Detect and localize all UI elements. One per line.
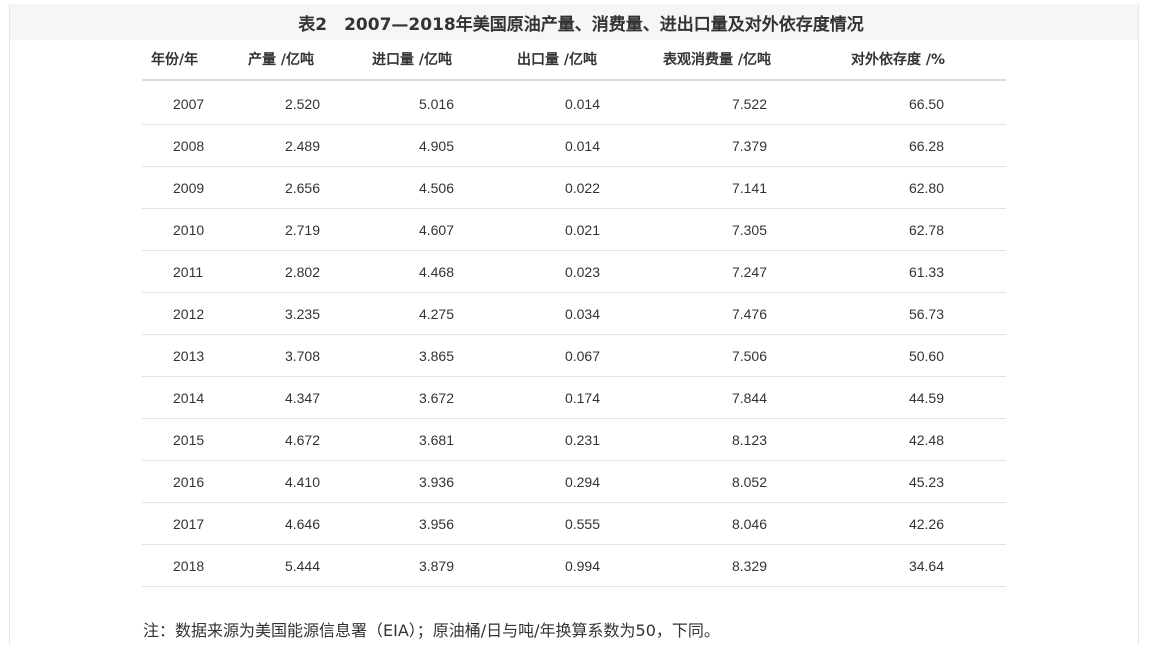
cell-exports: 0.034 [564, 306, 600, 322]
cell-exports: 0.174 [564, 390, 600, 406]
table-row: 2009 2.656 4.506 0.022 7.141 62.80 [142, 167, 1006, 209]
cell-consumption: 7.141 [731, 180, 767, 196]
cell-exports: 0.023 [564, 264, 600, 280]
header-exports: 出口量 /亿吨 [517, 52, 597, 68]
cell-year: 2013 [173, 348, 205, 364]
table-row: 2011 2.802 4.468 0.023 7.247 61.33 [142, 251, 1006, 293]
cell-exports: 0.014 [564, 96, 600, 112]
cell-dependency: 66.50 [908, 96, 944, 112]
cell-exports: 0.021 [564, 222, 600, 238]
cell-year: 2017 [173, 516, 205, 532]
cell-imports: 3.936 [418, 474, 454, 490]
cell-year: 2016 [173, 474, 205, 490]
cell-production: 4.672 [284, 432, 320, 448]
cell-dependency: 66.28 [908, 138, 944, 154]
cell-year: 2011 [173, 264, 204, 280]
cell-consumption: 7.476 [731, 306, 767, 322]
table-row: 2015 4.672 3.681 0.231 8.123 42.48 [142, 419, 1006, 461]
cell-consumption: 7.379 [731, 138, 767, 154]
cell-consumption: 7.247 [731, 264, 767, 280]
cell-imports: 3.672 [418, 390, 454, 406]
cell-dependency: 61.33 [908, 264, 944, 280]
table-title-bar: 表2 2007—2018年美国原油产量、消费量、进出口量及对外依存度情况 [10, 4, 1138, 40]
cell-consumption: 7.844 [731, 390, 767, 406]
cell-consumption: 7.506 [731, 348, 767, 364]
cell-dependency: 34.64 [908, 558, 944, 574]
header-imports: 进口量 /亿吨 [372, 52, 452, 68]
cell-year: 2009 [173, 180, 205, 196]
cell-dependency: 45.23 [908, 474, 944, 490]
cell-consumption: 8.123 [731, 432, 767, 448]
cell-production: 4.646 [284, 516, 320, 532]
cell-imports: 3.879 [418, 558, 454, 574]
cell-production: 3.708 [284, 348, 320, 364]
cell-year: 2015 [173, 432, 205, 448]
cell-dependency: 50.60 [908, 348, 944, 364]
cell-production: 2.719 [284, 222, 320, 238]
cell-production: 4.347 [284, 390, 320, 406]
table-row: 2008 2.489 4.905 0.014 7.379 66.28 [142, 125, 1006, 167]
cell-imports: 4.506 [418, 180, 454, 196]
cell-production: 4.410 [284, 474, 320, 490]
cell-imports: 4.905 [418, 138, 454, 154]
cell-exports: 0.231 [564, 432, 600, 448]
cell-imports: 4.607 [418, 222, 454, 238]
cell-imports: 3.865 [418, 348, 454, 364]
cell-production: 2.656 [284, 180, 320, 196]
cell-dependency: 62.78 [908, 222, 944, 238]
cell-imports: 4.468 [418, 264, 454, 280]
cell-year: 2018 [173, 558, 205, 574]
cell-imports: 3.956 [418, 516, 454, 532]
table-row: 2016 4.410 3.936 0.294 8.052 45.23 [142, 461, 1006, 503]
cell-exports: 0.294 [564, 474, 600, 490]
cell-dependency: 44.59 [908, 390, 944, 406]
table-header-row: 年份/年 产量 /亿吨 进口量 /亿吨 出口量 /亿吨 表观消费量 /亿吨 对外… [142, 41, 1006, 81]
table-row: 2013 3.708 3.865 0.067 7.506 50.60 [142, 335, 1006, 377]
cell-consumption: 7.522 [731, 96, 767, 112]
table-row: 2007 2.520 5.016 0.014 7.522 66.50 [142, 83, 1006, 125]
table-row: 2014 4.347 3.672 0.174 7.844 44.59 [142, 377, 1006, 419]
cell-imports: 5.016 [418, 96, 454, 112]
cell-year: 2012 [173, 306, 205, 322]
table-footnote: 注：数据来源为美国能源信息署（EIA）；原油桶/日与吨/年换算系数为50，下同。 [143, 621, 720, 640]
cell-consumption: 8.329 [731, 558, 767, 574]
cell-exports: 0.022 [564, 180, 600, 196]
cell-production: 2.520 [284, 96, 320, 112]
header-consumption: 表观消费量 /亿吨 [663, 52, 771, 68]
cell-production: 5.444 [284, 558, 320, 574]
cell-dependency: 42.26 [908, 516, 944, 532]
cell-dependency: 62.80 [908, 180, 944, 196]
cell-imports: 3.681 [418, 432, 454, 448]
table-row: 2018 5.444 3.879 0.994 8.329 34.64 [142, 545, 1006, 587]
table-row: 2017 4.646 3.956 0.555 8.046 42.26 [142, 503, 1006, 545]
table-row: 2010 2.719 4.607 0.021 7.305 62.78 [142, 209, 1006, 251]
cell-year: 2007 [173, 96, 205, 112]
cell-consumption: 8.046 [731, 516, 767, 532]
cell-exports: 0.994 [564, 558, 600, 574]
cell-production: 2.489 [284, 138, 320, 154]
cell-consumption: 8.052 [731, 474, 767, 490]
cell-year: 2014 [173, 390, 205, 406]
cell-dependency: 56.73 [908, 306, 944, 322]
cell-exports: 0.555 [564, 516, 600, 532]
cell-year: 2008 [173, 138, 205, 154]
header-production: 产量 /亿吨 [248, 52, 314, 68]
cell-production: 2.802 [284, 264, 320, 280]
cell-dependency: 42.48 [908, 432, 944, 448]
cell-production: 3.235 [284, 306, 320, 322]
table-row: 2012 3.235 4.275 0.034 7.476 56.73 [142, 293, 1006, 335]
cell-consumption: 7.305 [731, 222, 767, 238]
cell-exports: 0.067 [564, 348, 600, 364]
header-dependency: 对外依存度 /% [851, 52, 946, 68]
header-year: 年份/年 [151, 52, 199, 68]
cell-year: 2010 [173, 222, 205, 238]
table-title: 表2 2007—2018年美国原油产量、消费量、进出口量及对外依存度情况 [298, 14, 864, 35]
cell-exports: 0.014 [564, 138, 600, 154]
cell-imports: 4.275 [418, 306, 454, 322]
